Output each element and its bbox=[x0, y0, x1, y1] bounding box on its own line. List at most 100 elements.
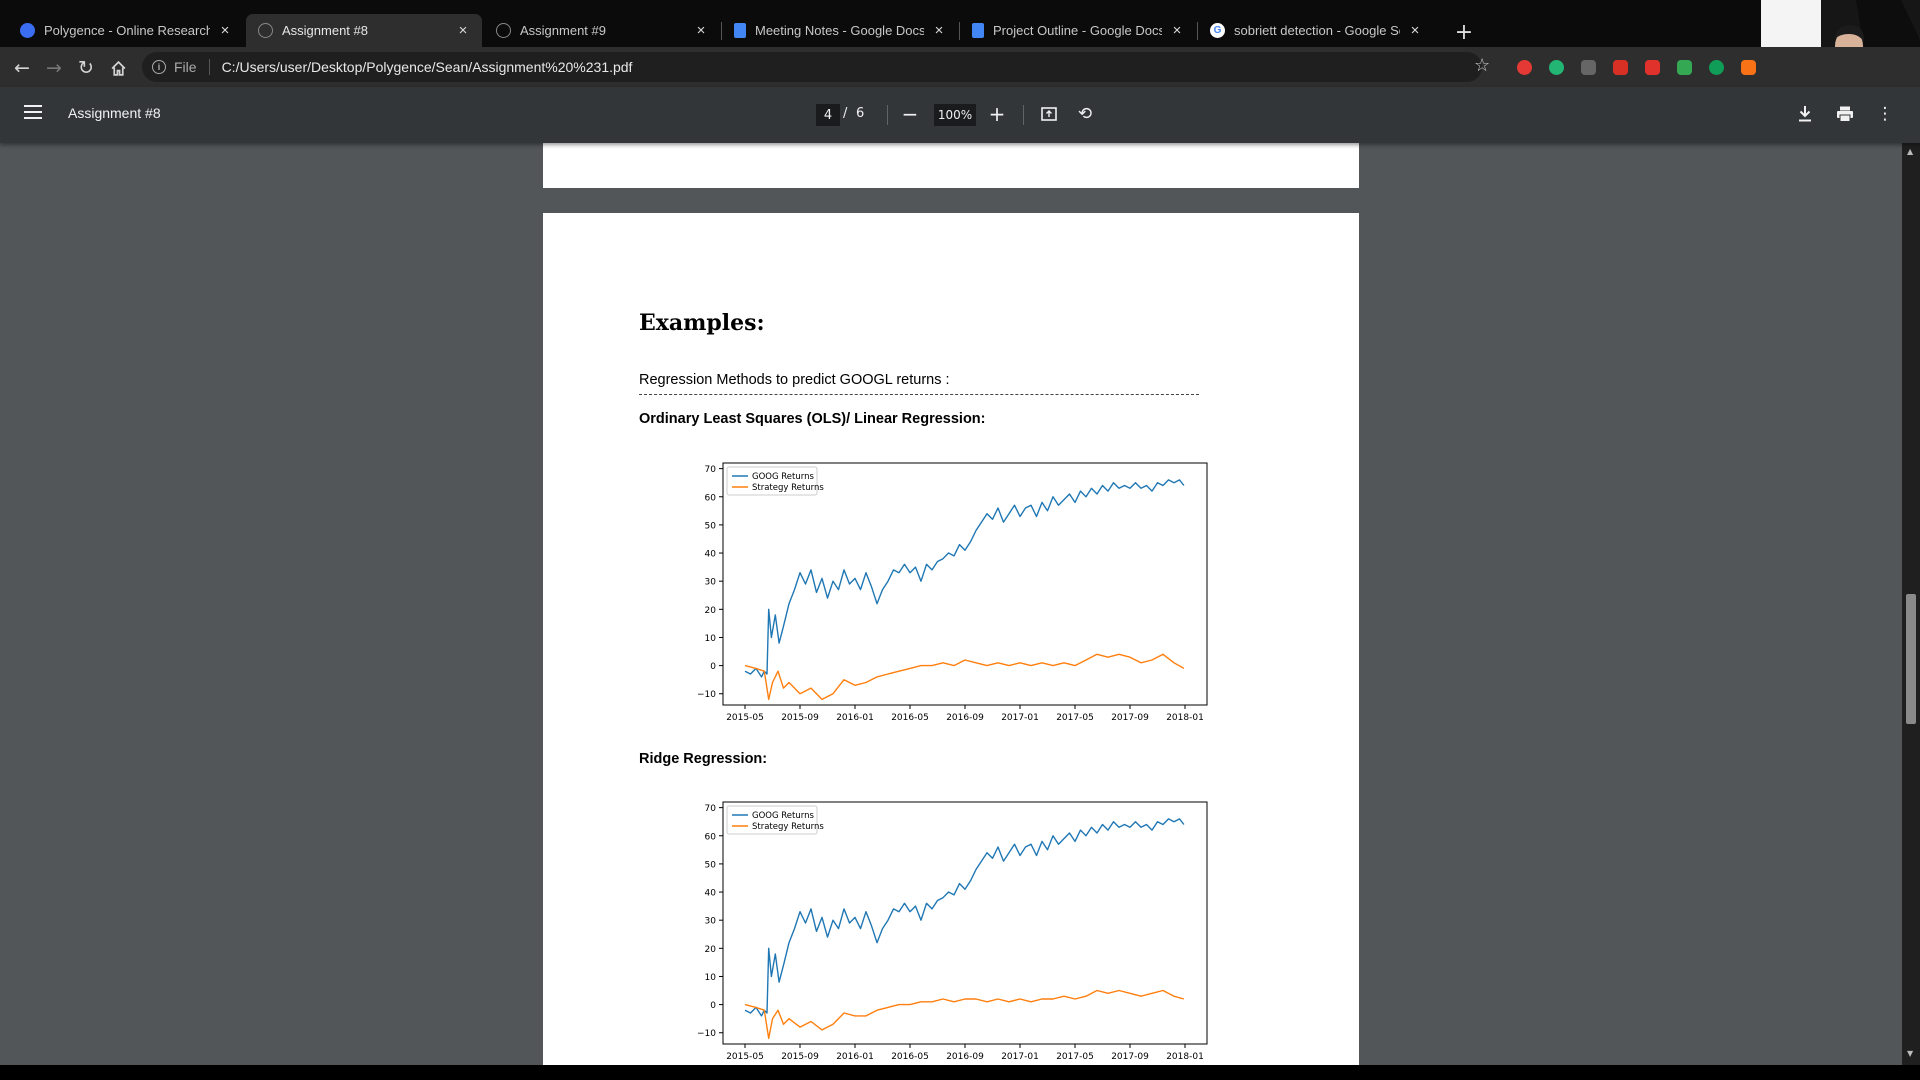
close-tab-icon[interactable]: × bbox=[692, 22, 710, 40]
tab-strip: Polygence - Online Research Opp×Assignme… bbox=[0, 0, 1920, 47]
polygence-icon bbox=[20, 23, 35, 38]
print-button[interactable] bbox=[1832, 101, 1858, 127]
y-tick-label: 60 bbox=[705, 832, 717, 842]
tab-5[interactable]: Project Outline - Google Docs × bbox=[960, 14, 1196, 47]
x-tick-label: 2017-01 bbox=[1001, 713, 1039, 723]
extension-icon[interactable] bbox=[1709, 60, 1724, 75]
y-tick-label: 40 bbox=[705, 889, 717, 899]
x-tick-label: 2016-01 bbox=[836, 713, 874, 723]
x-tick-label: 2018-01 bbox=[1166, 713, 1204, 723]
y-tick-label: 50 bbox=[705, 860, 717, 870]
tab-3[interactable]: Assignment #9 × bbox=[484, 14, 720, 47]
x-tick-label: 2016-01 bbox=[836, 1052, 874, 1062]
y-tick-label: 0 bbox=[710, 1001, 716, 1011]
legend-label: GOOG Returns bbox=[752, 811, 814, 821]
x-tick-label: 2015-05 bbox=[726, 713, 764, 723]
y-tick-label: 60 bbox=[705, 493, 717, 503]
x-tick-label: 2016-09 bbox=[946, 713, 984, 723]
forward-button[interactable]: → bbox=[41, 55, 67, 81]
bookmark-star-icon[interactable]: ☆ bbox=[1474, 55, 1490, 76]
google-icon: G bbox=[1210, 23, 1225, 38]
extension-icon[interactable] bbox=[1741, 60, 1756, 75]
y-tick-label: 10 bbox=[705, 973, 717, 983]
y-tick-label: 70 bbox=[705, 804, 717, 814]
new-tab-button[interactable]: + bbox=[1451, 19, 1477, 45]
extension-icon[interactable] bbox=[1645, 60, 1660, 75]
tab-title: Assignment #9 bbox=[520, 23, 606, 38]
tab-separator bbox=[959, 22, 960, 40]
page-number-input[interactable]: 4 bbox=[816, 104, 840, 126]
x-tick-label: 2015-09 bbox=[781, 1052, 819, 1062]
y-tick-label: 30 bbox=[705, 578, 717, 588]
x-tick-label: 2016-09 bbox=[946, 1052, 984, 1062]
close-tab-icon[interactable]: × bbox=[930, 22, 948, 40]
tab-separator bbox=[721, 22, 722, 40]
legend-label: GOOG Returns bbox=[752, 472, 814, 482]
extension-icon[interactable] bbox=[1581, 60, 1596, 75]
zoom-out-button[interactable]: − bbox=[897, 101, 923, 127]
zoom-level-input[interactable]: 100% bbox=[934, 104, 976, 126]
page-separator: / bbox=[843, 106, 848, 121]
reload-icon: ↻ bbox=[78, 57, 94, 79]
globe-icon bbox=[258, 23, 273, 38]
legend-label: Strategy Returns bbox=[752, 822, 824, 832]
extension-icon[interactable] bbox=[1613, 60, 1628, 75]
previous-page bbox=[543, 143, 1359, 188]
scroll-thumb[interactable] bbox=[1906, 594, 1916, 724]
tab-title: Assignment #8 bbox=[282, 23, 368, 38]
zoom-in-button[interactable]: + bbox=[984, 101, 1010, 127]
x-tick-label: 2015-09 bbox=[781, 713, 819, 723]
download-icon bbox=[1799, 106, 1811, 122]
x-tick-label: 2015-05 bbox=[726, 1052, 764, 1062]
x-tick-label: 2016-05 bbox=[891, 1052, 929, 1062]
close-tab-icon[interactable]: × bbox=[1168, 22, 1186, 40]
toolbar-divider bbox=[1023, 105, 1024, 125]
extension-icon[interactable] bbox=[1549, 60, 1564, 75]
vertical-scrollbar[interactable]: ▲ ▼ bbox=[1902, 143, 1920, 1065]
reload-button[interactable]: ↻ bbox=[73, 55, 99, 81]
ols-chart: −10 0 10 20 30 40 50 60 70 2015-05 2015-09 2016-01 2… bbox=[683, 459, 1223, 727]
security-label: File bbox=[174, 59, 197, 75]
y-tick-label: 70 bbox=[705, 465, 717, 475]
minus-icon: − bbox=[901, 102, 919, 126]
x-tick-label: 2017-01 bbox=[1001, 1052, 1039, 1062]
home-button[interactable] bbox=[105, 55, 131, 81]
close-tab-icon[interactable]: × bbox=[454, 22, 472, 40]
x-tick-label: 2017-09 bbox=[1111, 713, 1149, 723]
address-bar[interactable]: i File C:/Users/user/Desktop/Polygence/S… bbox=[142, 52, 1482, 82]
arrow-left-icon: ← bbox=[14, 57, 30, 79]
pdf-toolbar: Assignment #8 4 / 6 − 100% + ⟲ ⋮ bbox=[0, 87, 1920, 143]
plus-icon: + bbox=[988, 102, 1006, 126]
rotate-icon: ⟲ bbox=[1077, 104, 1093, 124]
close-tab-icon[interactable]: × bbox=[216, 22, 234, 40]
tab-2[interactable]: Assignment #8 × bbox=[246, 14, 482, 47]
back-button[interactable]: ← bbox=[9, 55, 35, 81]
info-icon[interactable]: i bbox=[152, 60, 166, 74]
fit-page-icon bbox=[1041, 107, 1057, 121]
tab-4[interactable]: Meeting Notes - Google Docs × bbox=[722, 14, 958, 47]
extension-icon[interactable] bbox=[1677, 60, 1692, 75]
tab-title: Project Outline - Google Docs bbox=[993, 23, 1162, 38]
tab-title: Meeting Notes - Google Docs bbox=[755, 23, 924, 38]
tab-1[interactable]: Polygence - Online Research Opp × bbox=[8, 14, 244, 47]
rotate-button[interactable]: ⟲ bbox=[1072, 101, 1098, 127]
download-button[interactable] bbox=[1792, 101, 1818, 127]
browser-toolbar: ← → ↻ i File C:/Users/user/Desktop/Polyg… bbox=[0, 47, 1920, 87]
tab-separator bbox=[1197, 22, 1198, 40]
fit-to-page-button[interactable] bbox=[1036, 101, 1062, 127]
scroll-down-icon[interactable]: ▼ bbox=[1907, 1049, 1913, 1058]
y-tick-label: 20 bbox=[705, 606, 717, 616]
ols-section-title: Ordinary Least Squares (OLS)/ Linear Reg… bbox=[639, 411, 986, 427]
extension-icon[interactable] bbox=[1517, 60, 1532, 75]
google-docs-icon bbox=[734, 23, 746, 38]
tab-6[interactable]: Gsobriett detection - Google Search × bbox=[1198, 14, 1434, 47]
print-icon bbox=[1837, 106, 1853, 122]
legend-label: Strategy Returns bbox=[752, 483, 824, 493]
scroll-up-icon[interactable]: ▲ bbox=[1907, 147, 1913, 156]
menu-icon[interactable] bbox=[24, 105, 42, 119]
ridge-chart: −10 0 10 20 30 40 50 60 70 2015-05 2015-09 2016-01 2… bbox=[683, 798, 1223, 1065]
more-options-button[interactable]: ⋮ bbox=[1872, 101, 1898, 127]
y-tick-label: 10 bbox=[705, 634, 717, 644]
url-text[interactable]: C:/Users/user/Desktop/Polygence/Sean/Ass… bbox=[222, 59, 633, 75]
close-tab-icon[interactable]: × bbox=[1406, 22, 1424, 40]
